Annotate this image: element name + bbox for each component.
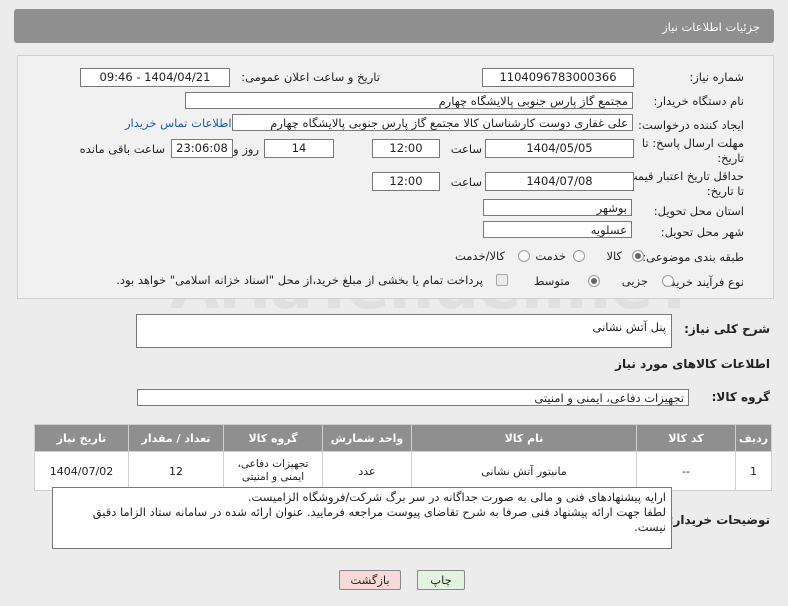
category-radio-both[interactable]: [518, 250, 530, 262]
announce-field: 1404/04/21 - 09:46: [80, 68, 230, 87]
price-time-label: ساعت: [450, 175, 482, 189]
process-label: نوع فرآیند خرید :: [662, 275, 744, 289]
reply-time-label: ساعت: [450, 142, 482, 156]
category-label: طبقه بندی موضوعی:: [642, 250, 744, 264]
buyer-notes-field: ارایه پیشنهادهای فنی و مالی به صورت جداگ…: [52, 487, 672, 549]
col-qty: تعداد / مقدار: [128, 424, 224, 452]
buyer-notes-line-2: لطفا جهت ارائه پیشنهاد فنی صرفا به شرح ت…: [92, 505, 666, 519]
process-medium-label: متوسط: [533, 274, 570, 288]
days-label: روز و: [233, 142, 259, 156]
table-row: 1 -- مانیتور آتش نشانی عدد تجهیزات دفاعی…: [34, 451, 772, 491]
buyer-notes-line-3: نیست.: [634, 520, 666, 534]
cell-row: 1: [735, 451, 772, 491]
goods-table-header: ردیف کد کالا نام کالا واحد شمارش گروه کا…: [34, 424, 772, 452]
description-field: پنل آتش نشانی: [136, 314, 672, 348]
goods-group-field: تجهیزات دفاعی، ایمنی و امنیتی: [137, 389, 689, 406]
price-date-field: 1404/07/08: [485, 172, 634, 191]
page-title: جزئیات اطلاعات نیاز: [662, 20, 760, 34]
city-label: شهر محل تحویل:: [660, 225, 744, 239]
cell-date: 1404/07/02: [34, 451, 129, 491]
need-number-label: شماره نیاز:: [689, 70, 744, 84]
buyer-contact-link[interactable]: اطلاعات تماس خریدار: [125, 116, 232, 130]
reply-date-field: 1404/05/05: [485, 139, 634, 158]
col-code: کد کالا: [636, 424, 736, 452]
city-field: عسلویه: [483, 221, 632, 238]
reply-time-field: 12:00: [372, 139, 440, 158]
reply-days-field: 14: [264, 139, 334, 158]
category-service-label: خدمت: [535, 249, 566, 263]
page-header: جزئیات اطلاعات نیاز: [14, 9, 774, 43]
remaining-label: ساعت باقی مانده: [79, 142, 165, 156]
goods-table: ردیف کد کالا نام کالا واحد شمارش گروه کا…: [34, 424, 772, 491]
buyer-notes-label: توضیحات خریدار:: [668, 513, 770, 527]
goods-group-label: گروه کالا:: [711, 390, 770, 404]
col-group: گروه کالا: [223, 424, 323, 452]
process-radio-medium[interactable]: [588, 275, 600, 287]
category-goods-label: کالا: [606, 249, 622, 263]
cell-name: مانیتور آتش نشانی: [411, 451, 637, 491]
description-value: پنل آتش نشانی: [592, 320, 667, 334]
col-row: ردیف: [735, 424, 772, 452]
category-radio-service[interactable]: [573, 250, 585, 262]
reply-deadline-label-2: تاریخ:: [717, 151, 744, 165]
treasury-checkbox[interactable]: [496, 274, 508, 286]
process-minor-label: جزیی: [621, 274, 648, 288]
reply-deadline-label: مهلت ارسال پاسخ: تا: [641, 136, 744, 150]
category-radio-goods[interactable]: [632, 250, 644, 262]
cell-qty: 12: [128, 451, 224, 491]
col-name: نام کالا: [411, 424, 637, 452]
price-deadline-label: حداقل تاریخ اعتبار قیمت:: [622, 169, 744, 183]
announce-label: تاریخ و ساعت اعلان عمومی:: [241, 70, 380, 84]
cell-group: تجهیزات دفاعی، ایمنی و امنیتی: [223, 451, 323, 491]
province-field: بوشهر: [483, 199, 632, 216]
creator-field: علی غفاری دوست کارشناسان کالا مجتمع گاز …: [232, 114, 633, 131]
cell-unit: عدد: [322, 451, 412, 491]
print-button[interactable]: چاپ: [417, 570, 465, 590]
need-number-field: 1104096783000366: [482, 68, 634, 87]
col-date: تاریخ نیاز: [34, 424, 129, 452]
price-time-field: 12:00: [372, 172, 440, 191]
col-unit: واحد شمارش: [322, 424, 412, 452]
buyer-org-field: مجتمع گاز پارس جنوبی پالایشگاه چهارم: [185, 92, 633, 109]
creator-label: ایجاد کننده درخواست:: [638, 118, 744, 132]
process-radio-minor[interactable]: [662, 275, 674, 287]
category-both-label: کالا/خدمت: [454, 249, 505, 263]
buyer-org-label: نام دستگاه خریدار:: [653, 94, 744, 108]
buyer-notes-line-1: ارایه پیشنهادهای فنی و مالی به صورت جداگ…: [247, 490, 666, 504]
back-button[interactable]: بازگشت: [339, 570, 401, 590]
province-label: استان محل تحویل:: [653, 204, 744, 218]
goods-section-title: اطلاعات کالاهای مورد نیاز: [615, 357, 770, 371]
description-label: شرح کلی نیاز:: [684, 322, 770, 336]
cell-code: --: [636, 451, 736, 491]
remaining-time-field: 23:06:08: [171, 139, 233, 158]
payment-note: پرداخت تمام یا بخشی از مبلغ خرید،از محل …: [116, 273, 483, 287]
price-deadline-label-2: تا تاریخ:: [706, 184, 744, 198]
